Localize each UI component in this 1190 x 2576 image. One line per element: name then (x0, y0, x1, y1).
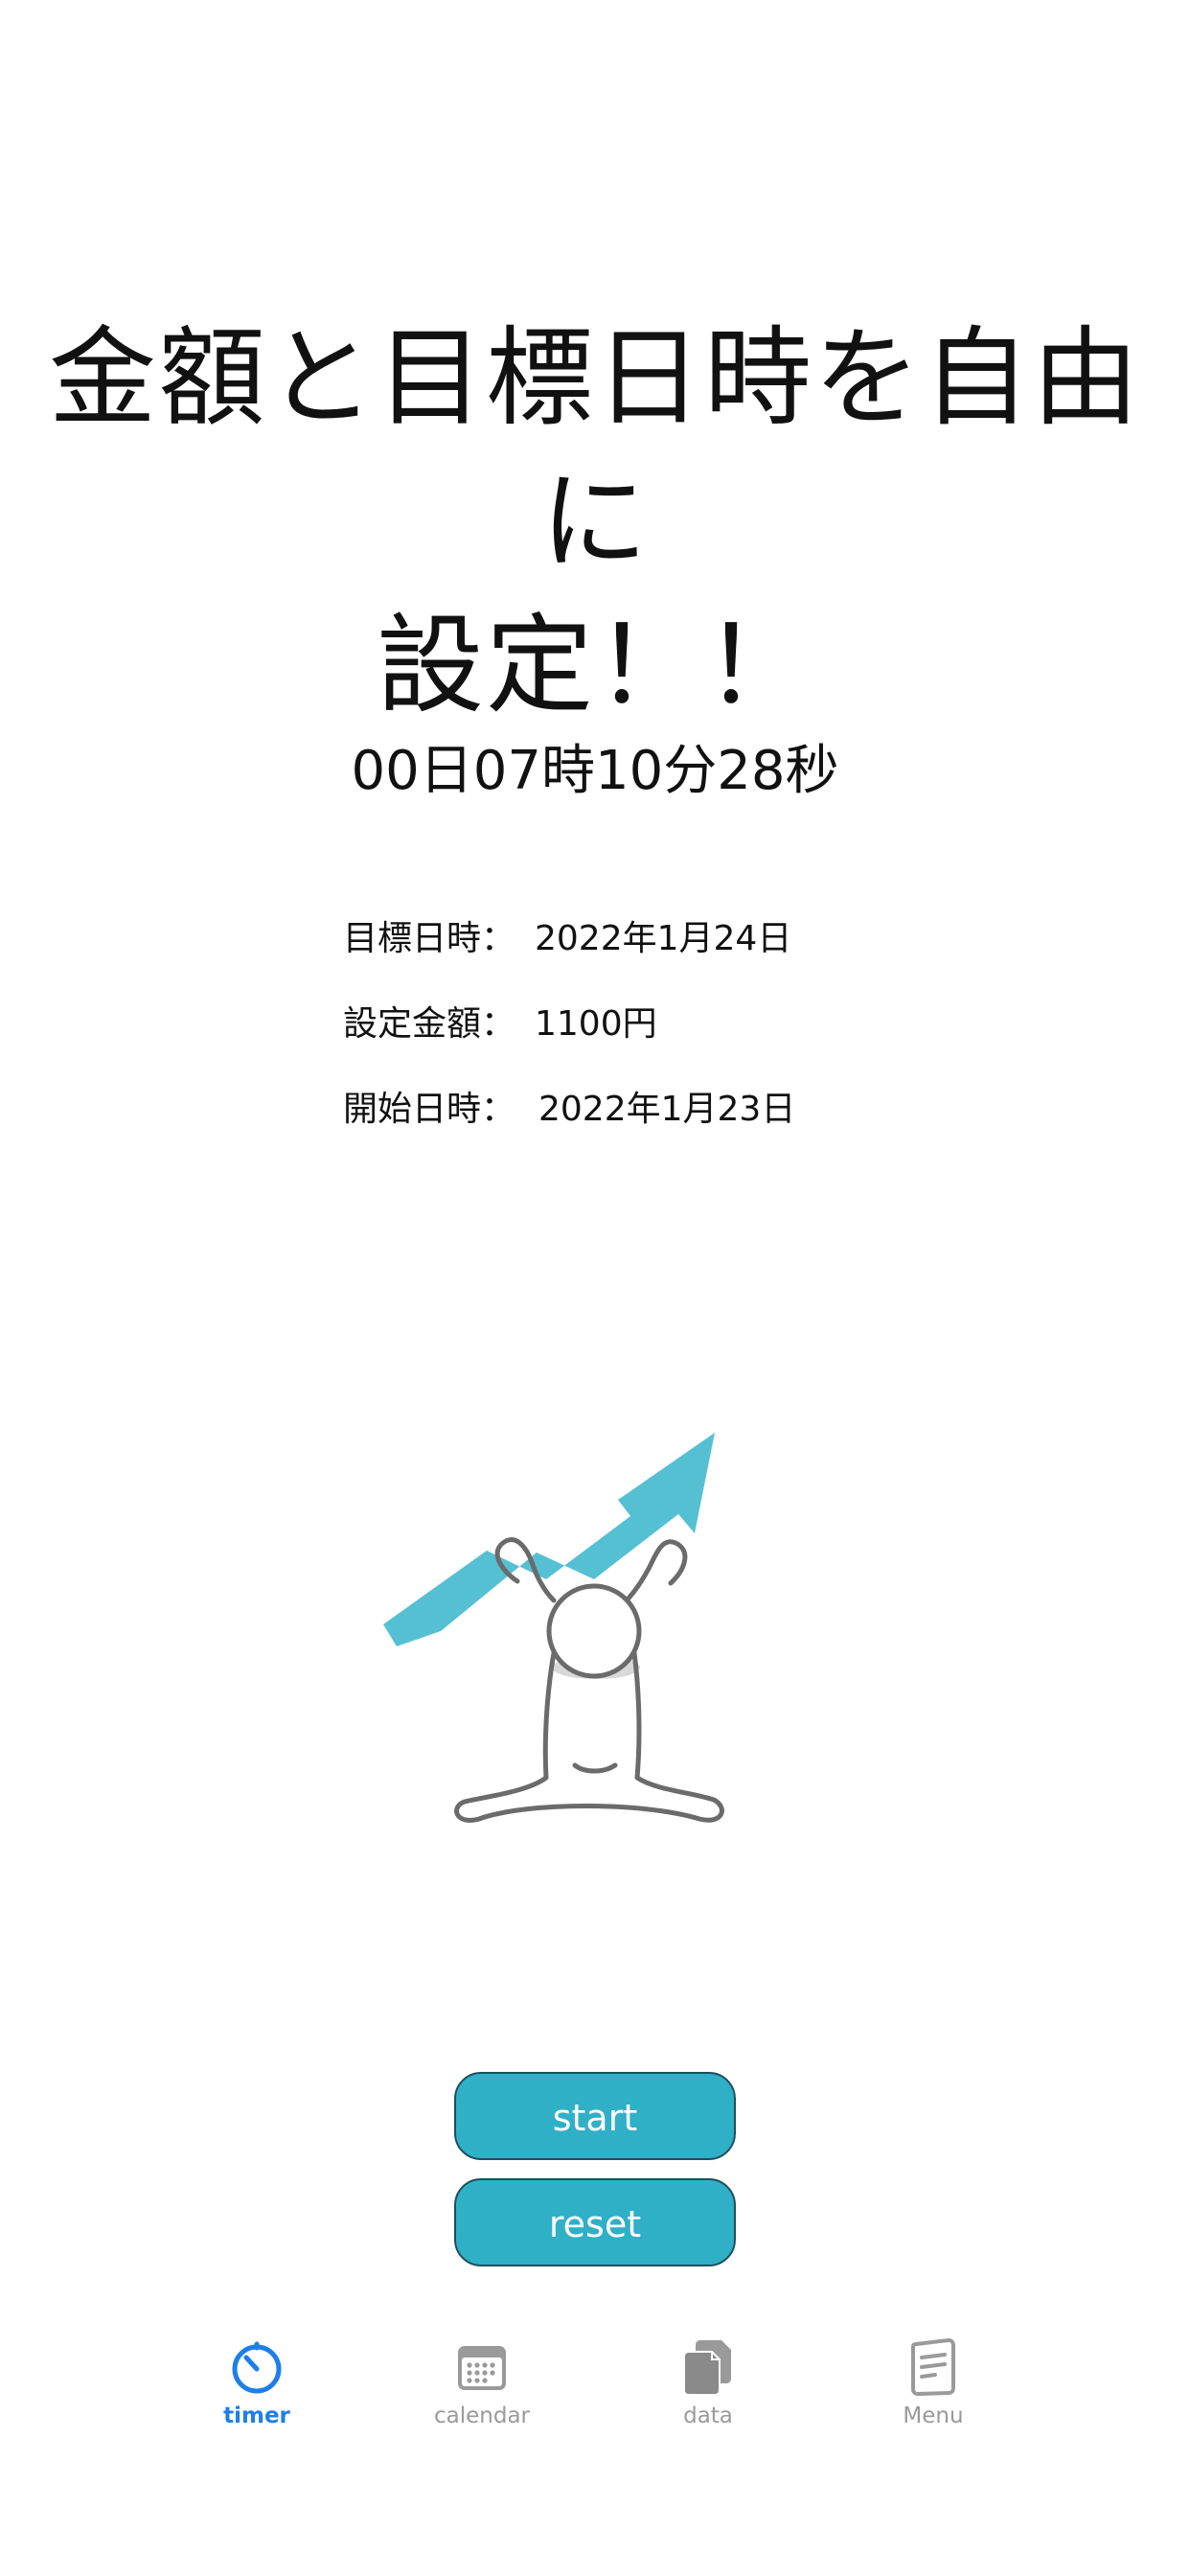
tab-menu[interactable]: Menu (837, 2338, 1029, 2463)
amount-value: 1100円 (535, 1004, 657, 1044)
timer-screen: 金額と目標日時を自由に 設定！！ 00日07時10分28秒 目標日時： 2022年… (0, 0, 1190, 2576)
calendar-icon (458, 2346, 506, 2390)
rising-arrow-graphic (383, 1433, 715, 1646)
start-date-label: 開始日時： (343, 1090, 516, 1129)
reset-button[interactable]: reset (454, 2178, 736, 2266)
page-title: 金額と目標日時を自由に 設定！！ (0, 307, 1190, 738)
target-date-row: 目標日時： 2022年1月24日 (343, 915, 1014, 963)
countdown-timer: 00日07時10分28秒 (351, 740, 839, 802)
tab-data-label: data (683, 2404, 733, 2428)
start-date-value: 2022年1月23日 (538, 1090, 796, 1129)
tab-calendar-label: calendar (433, 2404, 530, 2428)
timer-icon (232, 2341, 282, 2394)
tab-menu-label: Menu (903, 2404, 964, 2428)
tab-bar: timer calendar data Menu (0, 2319, 1190, 2576)
start-button[interactable]: start (454, 2072, 736, 2160)
tab-data[interactable]: data (612, 2338, 804, 2463)
tab-timer[interactable]: timer (161, 2338, 353, 2463)
tab-timer-label: timer (223, 2404, 290, 2428)
target-date-label: 目標日時： (343, 919, 516, 958)
menu-book-icon (911, 2338, 955, 2396)
target-date-value: 2022年1月24日 (535, 919, 792, 958)
person-with-rising-arrow-illustration (383, 1433, 724, 1823)
page-title-line-2: 設定！！ (377, 604, 813, 728)
amount-label: 設定金額： (343, 1004, 516, 1044)
page-title-line-1: 金額と目標日時を自由に (49, 316, 1141, 585)
documents-icon (683, 2340, 731, 2396)
tab-calendar[interactable]: calendar (386, 2338, 578, 2463)
amount-row: 設定金額： 1100円 (343, 1000, 1014, 1048)
start-date-row: 開始日時： 2022年1月23日 (343, 1086, 1014, 1134)
